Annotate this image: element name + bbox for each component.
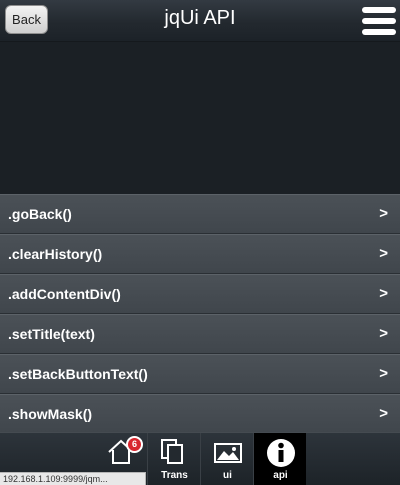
tab-label: ui xyxy=(223,470,232,481)
list-item-goback[interactable]: .goBack() > xyxy=(0,194,400,234)
chevron-right-icon: > xyxy=(379,245,388,262)
chevron-right-icon: > xyxy=(379,325,388,342)
info-icon xyxy=(267,439,295,467)
header-bar: Back jqUi API xyxy=(0,0,400,42)
back-button[interactable]: Back xyxy=(5,5,48,34)
chevron-right-icon: > xyxy=(379,365,388,382)
list-item-label: .setTitle(text) xyxy=(8,326,95,342)
list-item-label: .addContentDiv() xyxy=(8,286,121,302)
menu-line xyxy=(362,18,396,24)
tab-trans[interactable]: Trans xyxy=(147,433,200,485)
content-area xyxy=(0,42,400,194)
chevron-right-icon: > xyxy=(379,285,388,302)
list-item-setbackbuttontext[interactable]: .setBackButtonText() > xyxy=(0,354,400,394)
notification-badge: 6 xyxy=(126,436,143,453)
tab-label: Trans xyxy=(161,470,188,481)
list-item-label: .showMask() xyxy=(8,406,93,422)
list-item-label: .goBack() xyxy=(8,206,72,222)
status-url-tooltip: 192.168.1.109:9999/jqm... xyxy=(0,472,146,485)
tab-api[interactable]: api xyxy=(253,433,306,485)
chevron-right-icon: > xyxy=(379,405,388,422)
chevron-right-icon: > xyxy=(379,205,388,222)
api-method-list: .goBack() > .clearHistory() > .addConten… xyxy=(0,194,400,434)
hamburger-menu-icon[interactable] xyxy=(362,5,396,37)
list-item-settitle[interactable]: .setTitle(text) > xyxy=(0,314,400,354)
tab-label: api xyxy=(273,470,288,481)
list-item-showmask[interactable]: .showMask() > xyxy=(0,394,400,434)
list-item-clearhistory[interactable]: .clearHistory() > xyxy=(0,234,400,274)
image-icon xyxy=(214,443,242,463)
menu-line xyxy=(362,29,396,35)
copy-pages-icon xyxy=(161,439,183,464)
tab-ui[interactable]: ui xyxy=(200,433,253,485)
list-item-label: .clearHistory() xyxy=(8,246,103,262)
list-item-label: .setBackButtonText() xyxy=(8,366,148,382)
list-item-addcontentdiv[interactable]: .addContentDiv() > xyxy=(0,274,400,314)
menu-line xyxy=(362,7,396,13)
page-title: jqUi API xyxy=(164,7,236,29)
